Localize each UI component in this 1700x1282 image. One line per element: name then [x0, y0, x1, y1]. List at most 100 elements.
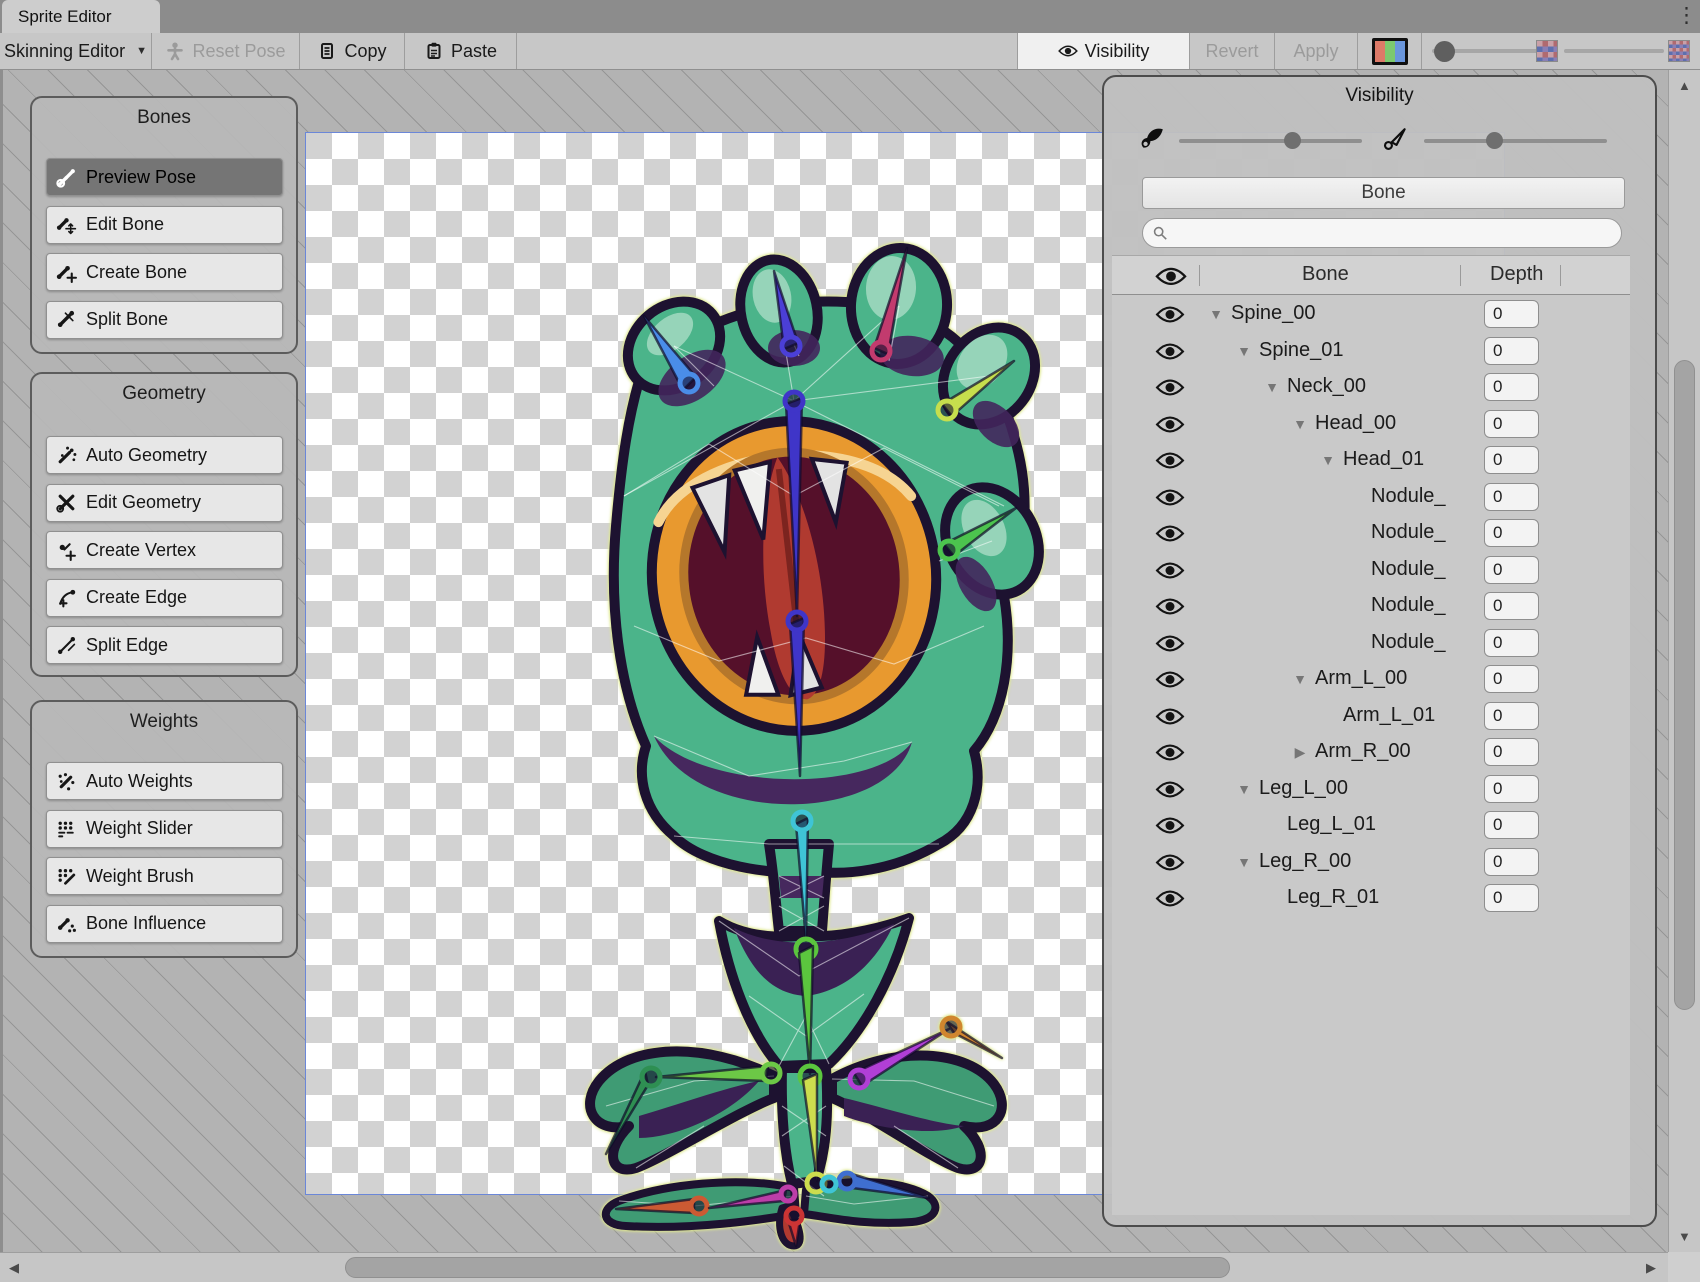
mask-slider-track[interactable]: [1564, 49, 1664, 53]
bone-row-spine_00[interactable]: ▼ Spine_00 0: [1112, 297, 1630, 333]
vertical-scrollbar-thumb[interactable]: [1674, 360, 1695, 1010]
foldout-expanded-icon[interactable]: ▼: [1263, 379, 1281, 395]
bone-row-leg_l_00[interactable]: ▼Leg_L_000: [1112, 772, 1630, 808]
bone-name[interactable]: Nodule_: [1371, 631, 1446, 654]
bone-size-slider-knob[interactable]: [1284, 132, 1301, 149]
bone-tab[interactable]: Bone: [1142, 177, 1625, 209]
bone-outline-size-slider-track[interactable]: [1424, 139, 1607, 143]
kebab-menu-icon[interactable]: ⋮: [1676, 2, 1694, 30]
eye-icon[interactable]: [1155, 415, 1187, 435]
edit-bone-button[interactable]: Edit Bone: [46, 206, 283, 244]
weight-slider-button[interactable]: Weight Slider: [46, 810, 283, 848]
depth-input[interactable]: 0: [1484, 884, 1539, 912]
eye-icon[interactable]: [1155, 524, 1187, 544]
scroll-left-icon[interactable]: ◀: [9, 1260, 19, 1276]
depth-input[interactable]: 0: [1484, 629, 1539, 657]
eye-icon[interactable]: [1155, 889, 1187, 909]
skinning-editor-dropdown[interactable]: Skinning Editor ▼: [0, 33, 152, 69]
bone-name[interactable]: Nodule_: [1371, 485, 1446, 508]
create-bone-button[interactable]: Create Bone: [46, 253, 283, 291]
depth-input[interactable]: 0: [1484, 519, 1539, 547]
edit-geometry-button[interactable]: Edit Geometry: [46, 484, 283, 522]
bone-name[interactable]: Leg_L_00: [1259, 777, 1348, 800]
foldout-collapsed-icon[interactable]: ▶: [1291, 744, 1309, 761]
eye-icon[interactable]: [1155, 451, 1187, 471]
bone-row-head_00[interactable]: ▼ Head_00 0: [1112, 407, 1630, 443]
create-vertex-button[interactable]: Create Vertex: [46, 531, 283, 569]
eye-icon[interactable]: [1155, 853, 1187, 873]
bone-row-nodule_[interactable]: Nodule_0: [1112, 553, 1630, 589]
depth-input[interactable]: 0: [1484, 300, 1539, 328]
depth-input[interactable]: 0: [1484, 410, 1539, 438]
bone-row-arm_l_01[interactable]: Arm_L_01 0: [1112, 699, 1630, 735]
split-edge-button[interactable]: Split Edge: [46, 626, 283, 664]
depth-input[interactable]: 0: [1484, 446, 1539, 474]
bone-name[interactable]: Spine_00: [1231, 302, 1316, 325]
depth-input[interactable]: 0: [1484, 373, 1539, 401]
depth-input[interactable]: 0: [1484, 848, 1539, 876]
eye-icon[interactable]: [1155, 488, 1187, 508]
bone-influence-button[interactable]: Bone Influence: [46, 905, 283, 943]
depth-input[interactable]: 0: [1484, 738, 1539, 766]
bone-row-neck_00[interactable]: ▼ Neck_00 0: [1112, 370, 1630, 406]
bone-name[interactable]: Nodule_: [1371, 521, 1446, 544]
eye-icon[interactable]: [1155, 707, 1187, 727]
bone-name[interactable]: Arm_L_01: [1343, 704, 1435, 727]
bone-row-arm_l_00[interactable]: ▼Arm_L_000: [1112, 662, 1630, 698]
weight-brush-button[interactable]: Weight Brush: [46, 857, 283, 895]
scroll-down-icon[interactable]: ▼: [1678, 1229, 1691, 1244]
bone-name[interactable]: Leg_R_01: [1287, 886, 1379, 909]
bone-row-spine_01[interactable]: ▼Spine_010: [1112, 334, 1630, 370]
eye-icon[interactable]: [1155, 305, 1187, 325]
visibility-toggle-button[interactable]: Visibility: [1017, 33, 1190, 69]
alpha-slider-knob[interactable]: [1434, 41, 1455, 62]
bone-row-nodule_[interactable]: Nodule_ 0: [1112, 589, 1630, 625]
eye-icon[interactable]: [1155, 816, 1187, 836]
bone-name[interactable]: Nodule_: [1371, 594, 1446, 617]
foldout-expanded-icon[interactable]: ▼: [1291, 671, 1309, 687]
horizontal-scrollbar[interactable]: ◀ ▶: [0, 1252, 1668, 1282]
bone-row-nodule_[interactable]: Nodule_ 0: [1112, 480, 1630, 516]
depth-input[interactable]: 0: [1484, 592, 1539, 620]
depth-input[interactable]: 0: [1484, 811, 1539, 839]
bone-row-arm_r_00[interactable]: ▶ Arm_R_00 0: [1112, 735, 1630, 771]
auto-weights-button[interactable]: Auto Weights: [46, 762, 283, 800]
bone-name[interactable]: Arm_L_00: [1315, 667, 1407, 690]
eye-icon[interactable]: [1155, 634, 1187, 654]
foldout-expanded-icon[interactable]: ▼: [1207, 306, 1225, 322]
eye-icon[interactable]: [1155, 670, 1187, 690]
bone-name[interactable]: Leg_R_00: [1259, 850, 1351, 873]
bone-row-head_01[interactable]: ▼Head_010: [1112, 443, 1630, 479]
foldout-expanded-icon[interactable]: ▼: [1291, 416, 1309, 432]
auto-geometry-button[interactable]: Auto Geometry: [46, 436, 283, 474]
revert-button[interactable]: Revert: [1190, 33, 1275, 69]
apply-button[interactable]: Apply: [1275, 33, 1358, 69]
bone-row-leg_r_00[interactable]: ▼Leg_R_000: [1112, 845, 1630, 881]
bone-name[interactable]: Head_00: [1315, 412, 1396, 435]
bone-search-input[interactable]: [1142, 218, 1622, 248]
bone-row-nodule_[interactable]: Nodule_ 0: [1112, 516, 1630, 552]
eye-icon[interactable]: [1155, 597, 1187, 617]
rgb-swatch-button[interactable]: [1372, 38, 1408, 65]
create-edge-button[interactable]: Create Edge: [46, 579, 283, 617]
eye-icon[interactable]: [1155, 342, 1187, 362]
bone-column-header[interactable]: Bone: [1302, 263, 1349, 286]
scroll-right-icon[interactable]: ▶: [1646, 1260, 1656, 1276]
depth-input[interactable]: 0: [1484, 337, 1539, 365]
bone-name[interactable]: Leg_L_01: [1287, 813, 1376, 836]
copy-button[interactable]: Copy: [300, 33, 405, 69]
vertical-scrollbar[interactable]: ▲ ▼: [1668, 70, 1700, 1252]
bone-row-nodule_[interactable]: Nodule_ 0: [1112, 626, 1630, 662]
depth-column-header[interactable]: Depth: [1490, 263, 1543, 286]
eye-icon[interactable]: [1155, 743, 1187, 763]
scroll-up-icon[interactable]: ▲: [1678, 78, 1691, 93]
bone-row-leg_r_01[interactable]: Leg_R_01 0: [1112, 881, 1630, 917]
depth-input[interactable]: 0: [1484, 702, 1539, 730]
bone-name[interactable]: Arm_R_00: [1315, 740, 1411, 763]
bone-name[interactable]: Neck_00: [1287, 375, 1366, 398]
horizontal-scrollbar-thumb[interactable]: [345, 1257, 1230, 1278]
split-bone-button[interactable]: Split Bone: [46, 301, 283, 339]
bone-row-leg_l_01[interactable]: Leg_L_01 0: [1112, 808, 1630, 844]
eye-icon[interactable]: [1155, 378, 1187, 398]
depth-input[interactable]: 0: [1484, 483, 1539, 511]
